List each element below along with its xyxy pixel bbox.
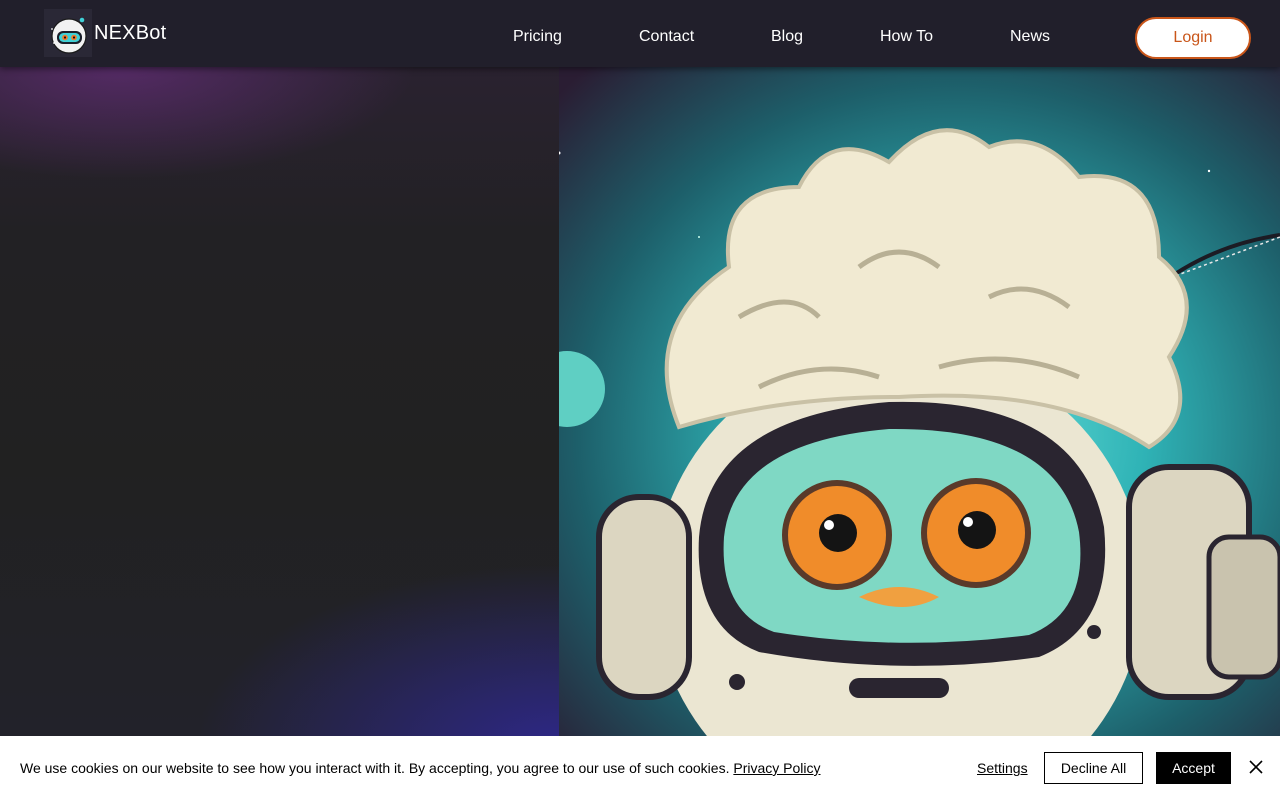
nav-blog[interactable]: Blog [771,28,803,46]
cookie-settings-link[interactable]: Settings [977,760,1028,776]
decline-all-button[interactable]: Decline All [1044,752,1143,784]
cookie-message-text: We use cookies on our website to see how… [20,760,730,776]
nav-news[interactable]: News [1010,28,1050,46]
nav-contact[interactable]: Contact [639,28,694,46]
nav-pricing[interactable]: Pricing [513,28,562,46]
hero-left-panel [0,67,559,736]
login-button[interactable]: Login [1135,17,1251,59]
site-header: NEXBot Pricing Contact Blog How To News … [0,0,1280,67]
main-nav: Pricing Contact Blog How To News [0,0,1280,67]
privacy-policy-link[interactable]: Privacy Policy [733,760,820,776]
accept-button[interactable]: Accept [1156,752,1231,784]
cookie-message: We use cookies on our website to see how… [20,760,821,776]
close-icon[interactable] [1247,758,1265,776]
hero-image [559,67,1280,736]
astronaut-owl-illustration-icon [559,67,1280,736]
nav-how-to[interactable]: How To [880,28,933,46]
